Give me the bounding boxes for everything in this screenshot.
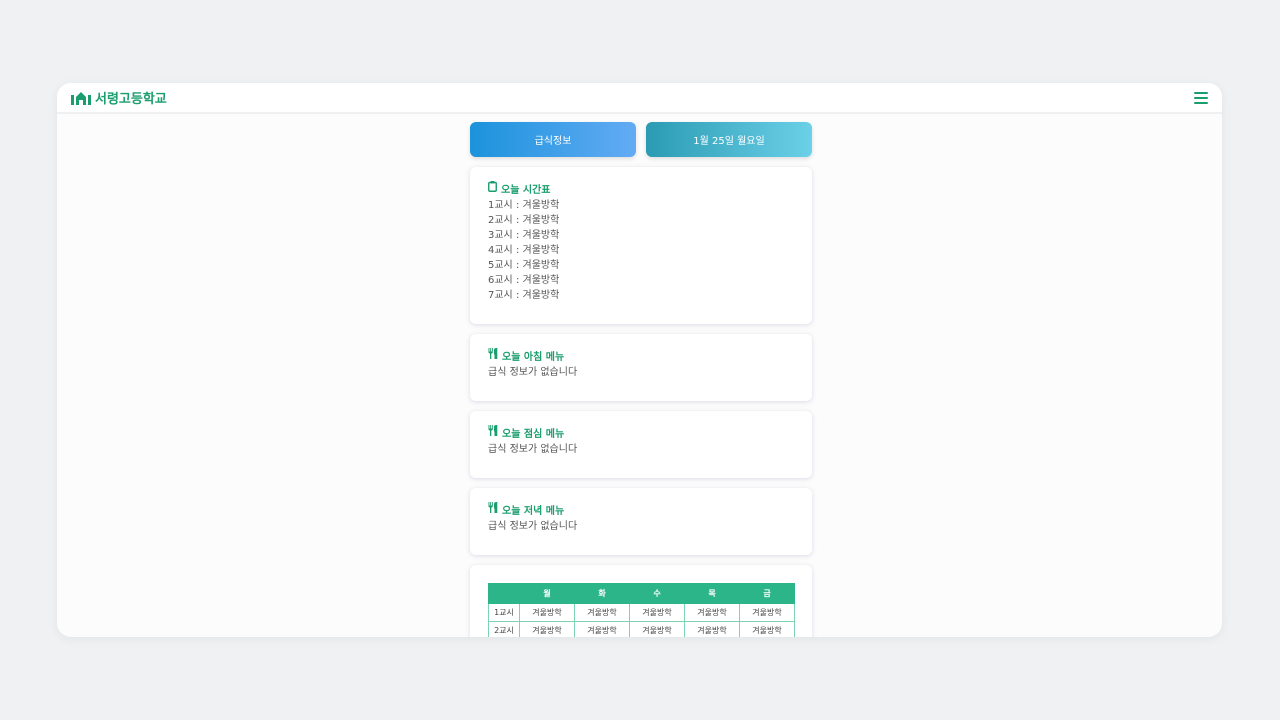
dinner-title: 오늘 저녁 메뉴 [502, 505, 565, 517]
timetable-header-cell: 월 [519, 583, 575, 604]
timetable-cell: 겨울방학 [739, 603, 795, 622]
breakfast-card-title: 오늘 아침 메뉴 [488, 348, 794, 363]
brand-name: 서령고등학교 [95, 92, 167, 107]
dinner-text: 급식 정보가 없습니다 [488, 521, 578, 532]
timetable-header-cell: 수 [629, 583, 685, 604]
schedule-card-title: 오늘 시간표 [488, 181, 794, 196]
timetable-cell: 겨울방학 [629, 621, 685, 637]
timetable-header-cell: 금 [739, 583, 795, 604]
schedule-period: 5교시 : 겨울방학 [488, 260, 560, 271]
timetable-period-cell: 2교시 [488, 621, 520, 637]
utensils-icon [488, 502, 498, 516]
utensils-icon [488, 425, 498, 439]
lunch-text: 급식 정보가 없습니다 [488, 444, 578, 455]
timetable-header-cell [488, 583, 520, 604]
hamburger-menu-icon[interactable] [1194, 91, 1208, 104]
top-navbar: 서령고등학교 [57, 83, 1222, 114]
breakfast-card: 오늘 아침 메뉴 급식 정보가 없습니다 [470, 334, 812, 401]
schedule-list: 1교시 : 겨울방학 2교시 : 겨울방학 3교시 : 겨울방학 4교시 : 겨… [488, 198, 794, 303]
schedule-period: 3교시 : 겨울방학 [488, 230, 560, 241]
schedule-period: 4교시 : 겨울방학 [488, 245, 560, 256]
schedule-title: 오늘 시간표 [501, 184, 551, 196]
timetable-card: 월 화 수 목 금 1교시 겨울방학 겨울방학 겨울방학 겨울방학 겨울방학 2… [470, 565, 812, 637]
brand[interactable]: 서령고등학교 [71, 88, 167, 107]
date-button[interactable]: 1월 25일 월요일 [646, 122, 812, 157]
timetable-cell: 겨울방학 [574, 603, 630, 622]
schedule-card: 오늘 시간표 1교시 : 겨울방학 2교시 : 겨울방학 3교시 : 겨울방학 … [470, 167, 812, 324]
clipboard-icon [488, 181, 497, 195]
lunch-title: 오늘 점심 메뉴 [502, 428, 565, 440]
timetable-period-cell: 1교시 [488, 603, 520, 622]
schedule-period: 1교시 : 겨울방학 [488, 200, 560, 211]
timetable-cell: 겨울방학 [519, 603, 575, 622]
meal-info-button[interactable]: 급식정보 [470, 122, 636, 157]
schedule-period: 6교시 : 겨울방학 [488, 275, 560, 286]
timetable-cell: 겨울방학 [684, 603, 740, 622]
timetable-header-row: 월 화 수 목 금 [488, 583, 795, 604]
dinner-card-title: 오늘 저녁 메뉴 [488, 502, 794, 517]
utensils-icon [488, 348, 498, 362]
schedule-period: 2교시 : 겨울방학 [488, 215, 560, 226]
dinner-card: 오늘 저녁 메뉴 급식 정보가 없습니다 [470, 488, 812, 555]
breakfast-text: 급식 정보가 없습니다 [488, 367, 578, 378]
weekly-timetable: 월 화 수 목 금 1교시 겨울방학 겨울방학 겨울방학 겨울방학 겨울방학 2… [488, 583, 795, 637]
schedule-period: 7교시 : 겨울방학 [488, 290, 560, 301]
table-row: 1교시 겨울방학 겨울방학 겨울방학 겨울방학 겨울방학 [488, 603, 795, 622]
breakfast-title: 오늘 아침 메뉴 [502, 351, 565, 363]
app-window: 서령고등학교 급식정보 1월 25일 월요일 오늘 시간표 1교시 : 겨울방학 [57, 83, 1222, 637]
timetable-header-cell: 목 [684, 583, 740, 604]
school-logo-icon [71, 90, 91, 105]
timetable-cell: 겨울방학 [519, 621, 575, 637]
lunch-card: 오늘 점심 메뉴 급식 정보가 없습니다 [470, 411, 812, 478]
timetable-cell: 겨울방학 [739, 621, 795, 637]
main-content: 급식정보 1월 25일 월요일 오늘 시간표 1교시 : 겨울방학 2교시 : … [470, 122, 812, 637]
timetable-header-cell: 화 [574, 583, 630, 604]
timetable-cell: 겨울방학 [684, 621, 740, 637]
timetable-cell: 겨울방학 [629, 603, 685, 622]
timetable-cell: 겨울방학 [574, 621, 630, 637]
lunch-card-title: 오늘 점심 메뉴 [488, 425, 794, 440]
table-row: 2교시 겨울방학 겨울방학 겨울방학 겨울방학 겨울방학 [488, 621, 795, 637]
button-row: 급식정보 1월 25일 월요일 [470, 122, 812, 157]
